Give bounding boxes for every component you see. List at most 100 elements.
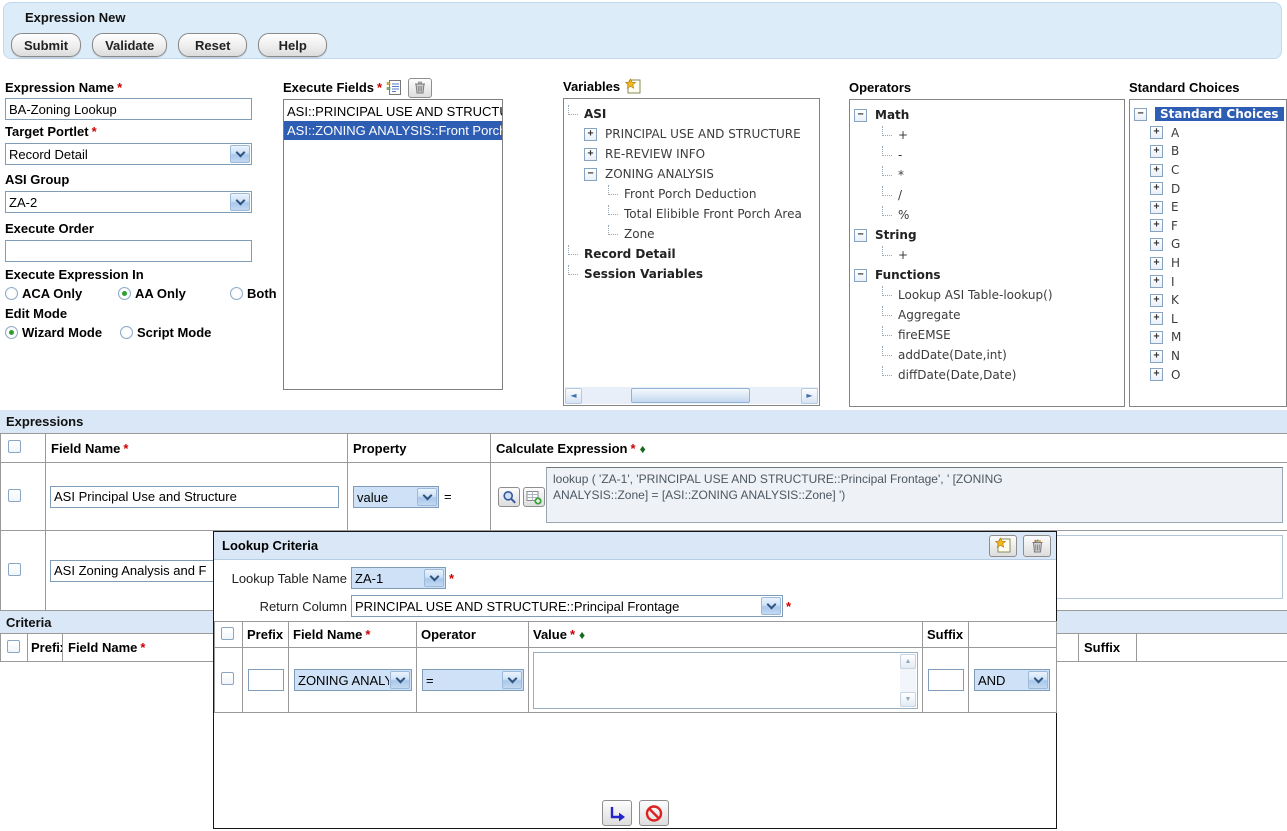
tree-item-front-porch-deduction[interactable]: Front Porch Deduction — [564, 184, 819, 204]
scrollbar-thumb[interactable] — [631, 388, 750, 403]
expand-icon[interactable]: + — [584, 148, 597, 161]
tree-item-label[interactable]: RE-REVIEW INFO — [605, 147, 705, 161]
tree-item-e[interactable]: +E — [1130, 198, 1286, 217]
expand-icon[interactable]: + — [584, 128, 597, 141]
tree-item-string[interactable]: −String — [850, 225, 1124, 245]
tree-item-label[interactable]: N — [1171, 349, 1180, 363]
expand-icon[interactable]: + — [1150, 219, 1163, 232]
tree-item-f[interactable]: +F — [1130, 217, 1286, 236]
radio-unchecked-icon[interactable] — [230, 287, 243, 300]
expand-icon[interactable]: + — [1150, 238, 1163, 251]
radio-checked-icon[interactable] — [5, 326, 18, 339]
build-expression-button[interactable] — [523, 487, 545, 507]
expand-icon[interactable]: + — [1150, 164, 1163, 177]
tree-item-adddate-date-int[interactable]: addDate(Date,int) — [850, 345, 1124, 365]
apply-button[interactable] — [602, 800, 632, 826]
expand-icon[interactable]: + — [1150, 275, 1163, 288]
tree-item-n[interactable]: +N — [1130, 347, 1286, 366]
tree-item-aggregate[interactable]: Aggregate — [850, 305, 1124, 325]
tree-item-label[interactable]: L — [1171, 312, 1178, 326]
tree-item-label[interactable]: Record Detail — [584, 247, 676, 261]
execute-order-input[interactable] — [5, 240, 252, 262]
tree-item-label[interactable]: ZONING ANALYSIS — [605, 167, 714, 181]
tree-item-zone[interactable]: Zone — [564, 224, 819, 244]
collapse-icon[interactable]: − — [854, 229, 867, 242]
tree-item-total-elibible-front-porch-area[interactable]: Total Elibible Front Porch Area — [564, 204, 819, 224]
row-checkbox[interactable] — [8, 563, 21, 576]
tree-item-zoning-analysis[interactable]: −ZONING ANALYSIS — [564, 164, 819, 184]
expand-icon[interactable]: + — [1150, 145, 1163, 158]
tree-item-label[interactable]: % — [898, 208, 909, 222]
field-name-input[interactable] — [50, 486, 339, 508]
tree-item-label[interactable]: O — [1171, 368, 1180, 382]
tree-item-label[interactable]: / — [898, 188, 902, 202]
expand-icon[interactable]: + — [1150, 294, 1163, 307]
execute-expression-in-option-aa-only[interactable]: AA Only — [118, 285, 230, 302]
criteria-connector-select[interactable]: AND — [974, 669, 1050, 691]
tree-item-label[interactable]: B — [1171, 144, 1179, 158]
chevron-down-icon[interactable] — [502, 671, 522, 689]
chevron-down-icon[interactable] — [424, 569, 444, 587]
radio-unchecked-icon[interactable] — [5, 287, 18, 300]
tree-item-label[interactable]: Functions — [875, 268, 941, 282]
tree-item-fireemse[interactable]: fireEMSE — [850, 325, 1124, 345]
scroll-up-icon[interactable]: ▲ — [900, 654, 916, 669]
scroll-left-icon[interactable]: ◄ — [565, 388, 582, 404]
tree-item-item[interactable]: % — [850, 205, 1124, 225]
operators-tree[interactable]: −Math+-*/%−String+−FunctionsLookup ASI T… — [849, 99, 1125, 407]
tree-item-label[interactable]: Aggregate — [898, 308, 961, 322]
tree-item-label[interactable]: Standard Choices — [1155, 107, 1284, 121]
standard-choices-tree[interactable]: −Standard Choices+A+B+C+D+E+F+G+H+I+K+L+… — [1129, 99, 1287, 407]
tree-item-label[interactable]: String — [875, 228, 917, 242]
return-column-select[interactable]: PRINCIPAL USE AND STRUCTURE::Principal F… — [351, 595, 783, 617]
vertical-scrollbar[interactable]: ▲ ▼ — [900, 654, 916, 707]
tree-item-label[interactable]: Total Elibible Front Porch Area — [624, 207, 802, 221]
radio-unchecked-icon[interactable] — [120, 326, 133, 339]
tree-item-label[interactable]: E — [1171, 200, 1179, 214]
select-fields-icon[interactable] — [386, 79, 404, 97]
tree-item-label[interactable]: Math — [875, 108, 909, 122]
tree-item-label[interactable]: D — [1171, 182, 1180, 196]
tree-item-b[interactable]: +B — [1130, 142, 1286, 161]
tree-item-label[interactable]: Lookup ASI Table-lookup() — [898, 288, 1053, 302]
tree-item-label[interactable]: H — [1171, 256, 1180, 270]
chevron-down-icon[interactable] — [390, 671, 410, 689]
tree-item-l[interactable]: +L — [1130, 310, 1286, 329]
collapse-icon[interactable]: − — [854, 269, 867, 282]
collapse-icon[interactable]: − — [1134, 108, 1147, 121]
tree-item-asi[interactable]: ASI — [564, 104, 819, 124]
tree-item-h[interactable]: +H — [1130, 254, 1286, 273]
tree-item-k[interactable]: +K — [1130, 291, 1286, 310]
expand-icon[interactable]: + — [1150, 257, 1163, 270]
chevron-down-icon[interactable] — [1028, 671, 1048, 689]
tree-item-label[interactable]: G — [1171, 237, 1180, 251]
tree-item-c[interactable]: +C — [1130, 161, 1286, 180]
tree-item-label[interactable]: Zone — [624, 227, 655, 241]
execute-fields-listbox[interactable]: ASI::PRINCIPAL USE AND STRUCTUREASI::ZON… — [283, 99, 503, 390]
select-all-checkbox[interactable] — [7, 640, 20, 653]
collapse-icon[interactable]: − — [584, 168, 597, 181]
select-all-checkbox[interactable] — [221, 627, 234, 640]
prefix-input[interactable] — [248, 669, 284, 691]
tree-item-functions[interactable]: −Functions — [850, 265, 1124, 285]
suffix-input[interactable] — [928, 669, 964, 691]
tree-item-label[interactable]: fireEMSE — [898, 328, 951, 342]
tree-item-re-review-info[interactable]: + RE-REVIEW INFO — [564, 144, 819, 164]
tree-item-session-variables[interactable]: Session Variables — [564, 264, 819, 284]
tree-item-label[interactable]: PRINCIPAL USE AND STRUCTURE — [605, 127, 801, 141]
tree-item-label[interactable]: K — [1171, 293, 1179, 307]
tree-item-d[interactable]: +D — [1130, 179, 1286, 198]
tree-item-m[interactable]: +M — [1130, 328, 1286, 347]
execute-expression-in-option-both[interactable]: Both — [230, 285, 277, 302]
chevron-down-icon[interactable] — [417, 488, 437, 506]
tree-item-principal-use-and-structure[interactable]: + PRINCIPAL USE AND STRUCTURE — [564, 124, 819, 144]
edit-mode-option-script-mode[interactable]: Script Mode — [120, 324, 211, 341]
tree-item-label[interactable]: C — [1171, 163, 1179, 177]
chevron-down-icon[interactable] — [230, 145, 250, 163]
cancel-button[interactable] — [639, 800, 669, 826]
edit-mode-option-wizard-mode[interactable]: Wizard Mode — [5, 324, 120, 341]
tree-item-label[interactable]: - — [898, 148, 902, 162]
tree-item-label[interactable]: ASI — [584, 107, 606, 121]
radio-checked-icon[interactable] — [118, 287, 131, 300]
tree-item-label[interactable]: M — [1171, 330, 1181, 344]
